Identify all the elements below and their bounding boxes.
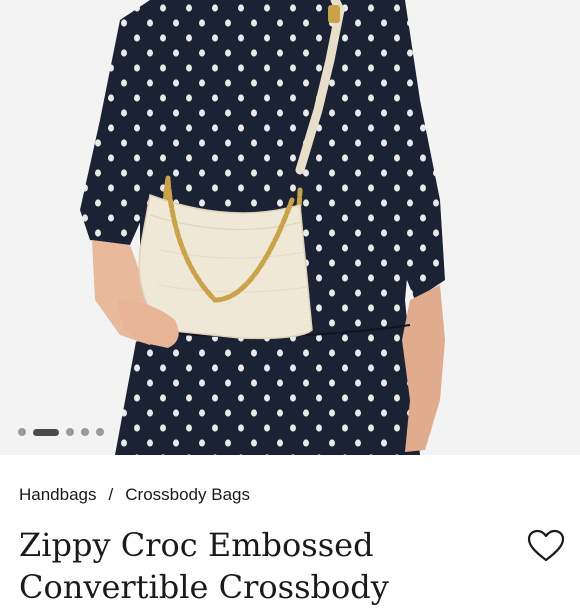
heart-outline-icon <box>527 529 565 562</box>
breadcrumb-link-crossbody-bags[interactable]: Crossbody Bags <box>125 485 250 505</box>
favorite-button[interactable] <box>526 528 566 564</box>
breadcrumb: Handbags / Crossbody Bags <box>19 485 250 505</box>
carousel-dot[interactable] <box>66 428 74 436</box>
carousel-dot-active[interactable] <box>33 428 59 436</box>
breadcrumb-separator: / <box>108 485 114 504</box>
carousel-dot[interactable] <box>81 428 89 436</box>
breadcrumb-link-handbags[interactable]: Handbags <box>19 485 97 505</box>
product-image[interactable] <box>0 0 580 455</box>
carousel-dot[interactable] <box>96 428 104 436</box>
product-title: Zippy Croc Embossed Convertible Crossbod… <box>19 526 389 606</box>
product-photo <box>0 0 580 455</box>
carousel-indicators <box>18 426 104 438</box>
carousel-dot[interactable] <box>18 428 26 436</box>
